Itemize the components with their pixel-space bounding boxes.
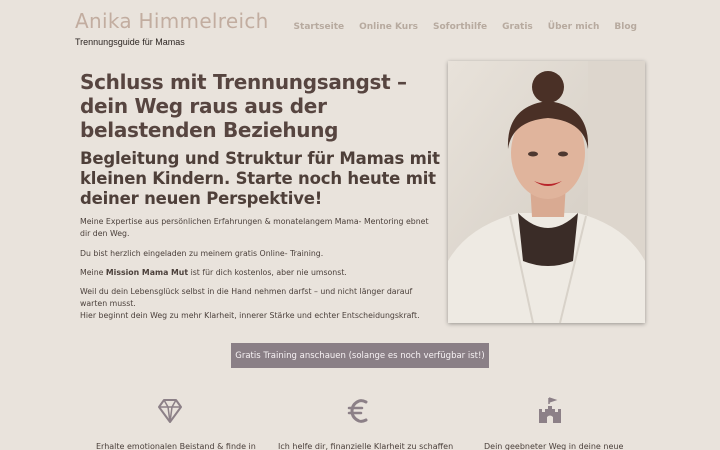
- invitation-paragraph: Du bist herzlich eingeladen zu meinem gr…: [80, 249, 324, 258]
- nav-startseite[interactable]: Startseite: [294, 22, 345, 32]
- portrait-photo: [448, 61, 645, 323]
- site-tagline: Trennungsguide für Mamas: [75, 37, 185, 47]
- nav-ueber-mich[interactable]: Über mich: [548, 22, 600, 32]
- castle-icon: [536, 397, 564, 425]
- site-title[interactable]: Anika Himmelreich: [75, 9, 269, 33]
- feature-text-finance: Ich helfe dir, finanzielle Klarheit zu s…: [278, 442, 454, 450]
- closing-line-1: Weil du dein Lebensglück selbst in die H…: [80, 287, 413, 308]
- intro-paragraph: Meine Expertise aus persönlichen Erfahru…: [80, 217, 429, 238]
- mission-text-before: Meine: [80, 268, 106, 277]
- mission-text-after: ist für dich kostenlos, aber nie umsonst…: [188, 268, 347, 277]
- feature-text-emotional: Erhalte emotionalen Beistand & finde in: [96, 442, 256, 450]
- nav-soforthilfe[interactable]: Soforthilfe: [433, 22, 487, 32]
- gratis-training-button[interactable]: Gratis Training anschauen (solange es no…: [231, 343, 489, 368]
- nav-blog[interactable]: Blog: [614, 22, 637, 32]
- portrait-illustration: [448, 61, 645, 323]
- mission-name: Mission Mama Mut: [105, 268, 189, 277]
- main-nav: Startseite Online Kurs Soforthilfe Grati…: [294, 22, 637, 32]
- nav-gratis[interactable]: Gratis: [502, 22, 533, 32]
- hero-subtitle: Begleitung und Struktur für Mamas mit kl…: [80, 149, 440, 208]
- feature-text-path: Dein geebneter Weg in deine neue: [484, 442, 624, 450]
- nav-online-kurs[interactable]: Online Kurs: [359, 22, 418, 32]
- diamond-icon: [156, 397, 184, 425]
- closing-paragraph: Weil du dein Lebensglück selbst in die H…: [80, 286, 440, 322]
- closing-line-2: Hier beginnt dein Weg zu mehr Klarheit, …: [80, 311, 420, 320]
- mission-paragraph: Meine Mission Mama Mut ist für dich kost…: [80, 267, 440, 279]
- euro-icon: [346, 397, 374, 425]
- hero-title: Schluss mit Trennungsangst – dein Weg ra…: [80, 70, 407, 142]
